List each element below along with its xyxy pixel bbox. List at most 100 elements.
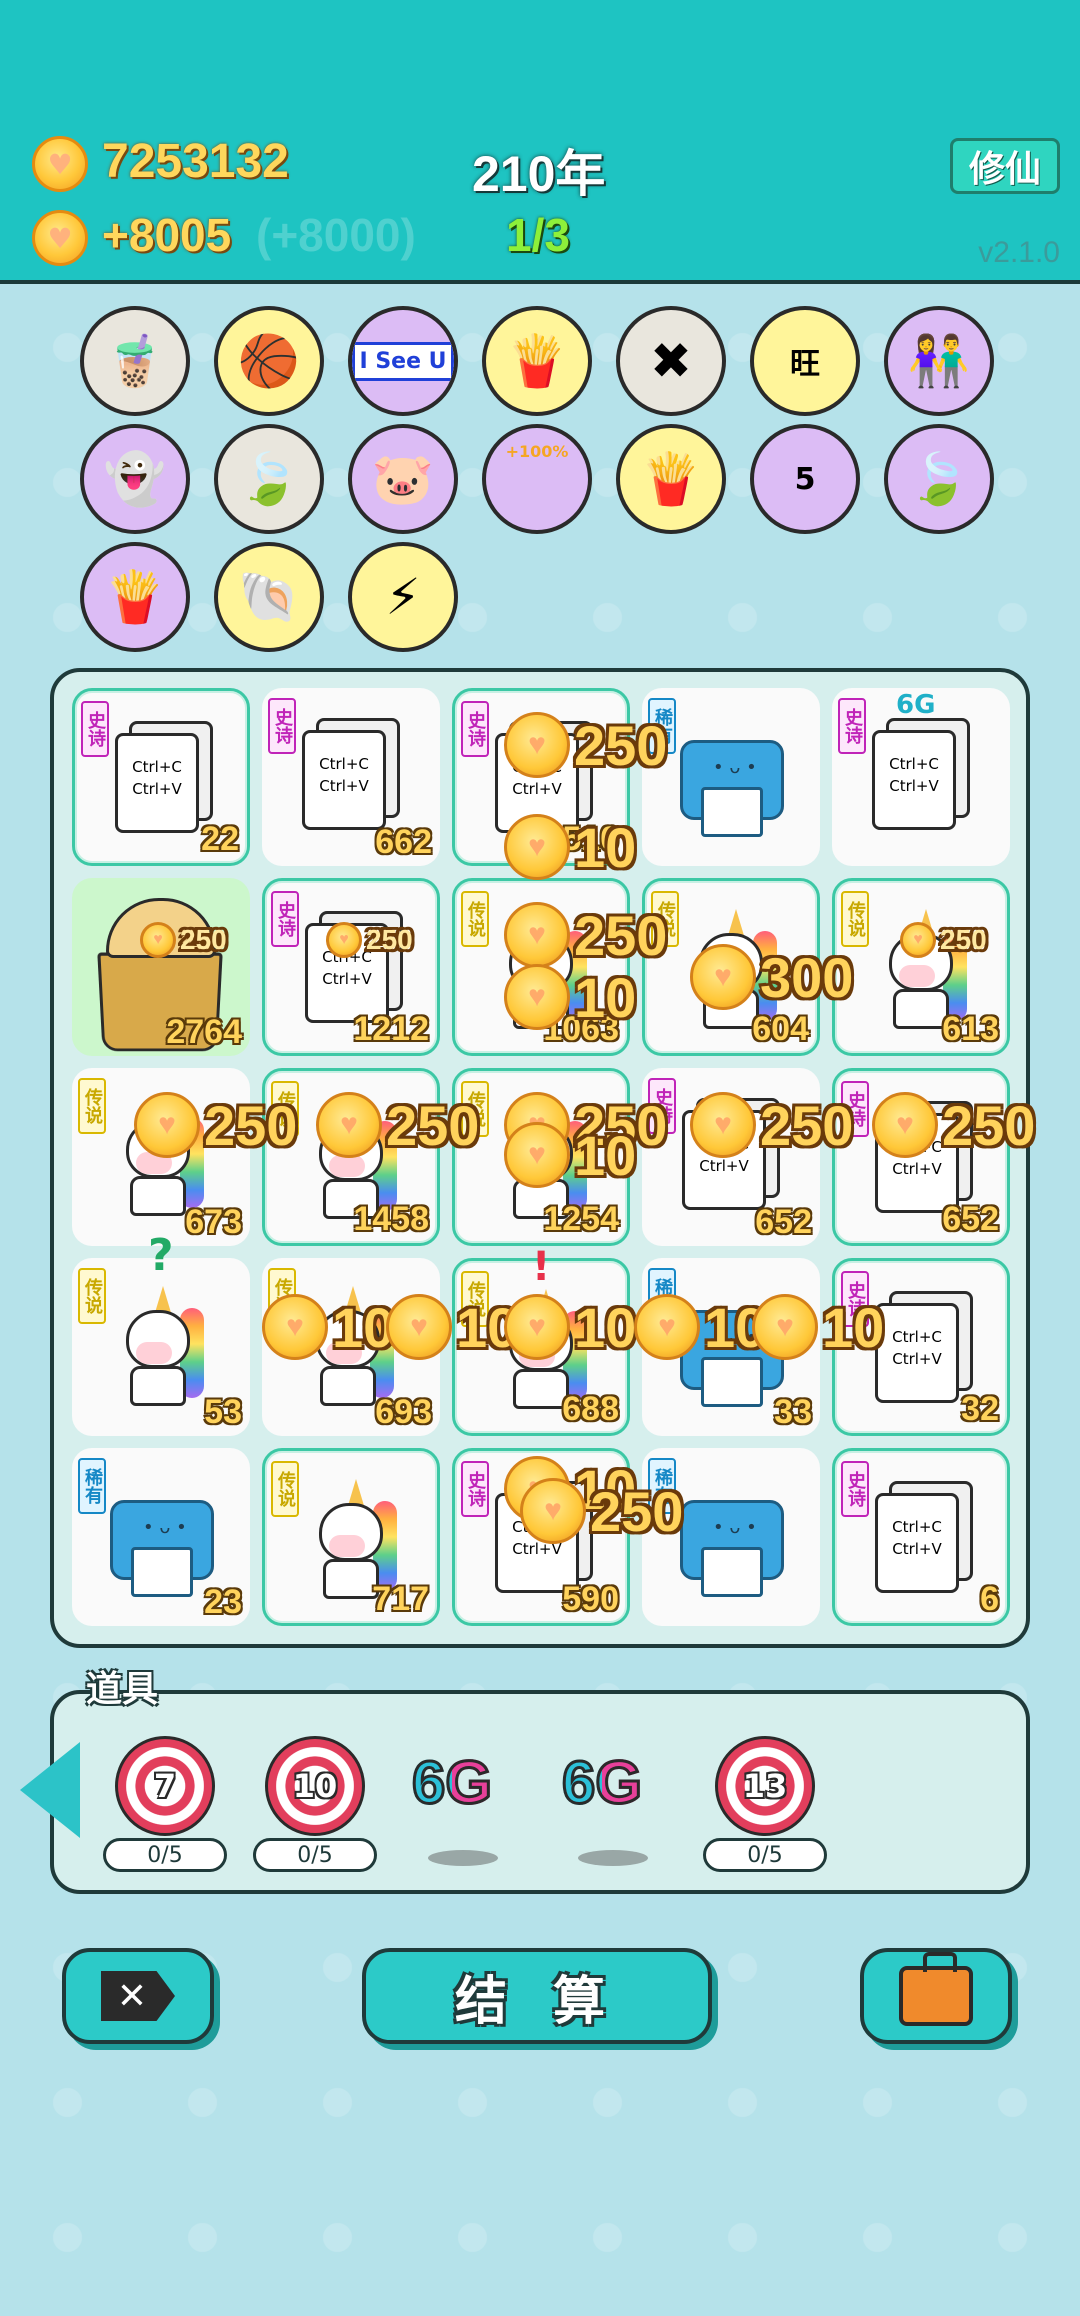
unicorn-icon (118, 1096, 206, 1216)
fries-icon[interactable]: 🍟 (80, 542, 190, 652)
bubble-tea-icon[interactable]: 🧋 (80, 306, 190, 416)
copy-paste-icon: Ctrl+C Ctrl+V (115, 721, 213, 837)
target-prop-icon[interactable]: 10 (265, 1736, 365, 1836)
i-see-u-icon[interactable]: I See U (348, 306, 458, 416)
briefcase-icon (899, 1952, 973, 2026)
board-cell-printer[interactable]: • ᴗ • 稀有 (642, 1448, 820, 1626)
drink-plus-icon[interactable]: +100% (482, 424, 592, 534)
wang-chars-icon[interactable]: 旺 (750, 306, 860, 416)
settle-button[interactable]: 结 算 (362, 1948, 712, 2044)
rarity-tag: 史诗 (271, 891, 299, 947)
board-cell-unicorn[interactable]: 传说 693 (262, 1258, 440, 1436)
board-cell-unicorn[interactable]: 传说 673 (72, 1068, 250, 1246)
copy-paste-icon: Ctrl+C Ctrl+V (875, 1481, 973, 1597)
printer-icon: • ᴗ • (680, 1500, 784, 1597)
board-cell-unicorn[interactable]: 传说 717 (262, 1448, 440, 1626)
prop-progress: 0/5 (703, 1838, 827, 1872)
board-cell-unicorn[interactable]: 传说 1254 (452, 1068, 630, 1246)
basketballs-icon[interactable]: 🏀 (214, 306, 324, 416)
board-cell-printer[interactable]: • ᴗ • 稀有 (642, 688, 820, 866)
cell-value: 33 (774, 1393, 812, 1431)
cell-value: 662 (375, 823, 432, 861)
cell-value: 693 (375, 1393, 432, 1431)
copy-paste-icon: Ctrl+C Ctrl+V (875, 1291, 973, 1407)
rarity-tag: 史诗 (841, 1461, 869, 1517)
cell-value: 1254 (543, 1200, 619, 1238)
target-prop-icon[interactable]: 13 (715, 1736, 815, 1836)
rarity-tag: 稀有 (78, 1458, 106, 1514)
props-scroll-left-icon[interactable] (20, 1742, 80, 1838)
rarity-tag: 传说 (78, 1078, 106, 1134)
delete-tag-icon[interactable]: ✖ (616, 306, 726, 416)
cell-value: 1458 (353, 1200, 429, 1238)
cell-value: 717 (372, 1580, 429, 1618)
fries-icon[interactable]: 🍟 (616, 424, 726, 534)
board-cell-doc[interactable]: Ctrl+C Ctrl+V 6G 史诗 (832, 688, 1010, 866)
cell-value: 6 (980, 1580, 999, 1618)
target-prop-icon[interactable]: 7 (115, 1736, 215, 1836)
bag-button[interactable] (860, 1948, 1012, 2044)
rarity-tag: 传说 (651, 891, 679, 947)
cell-value: 590 (562, 1580, 619, 1618)
rarity-tag: 史诗 (461, 1461, 489, 1517)
board-cell-doc[interactable]: Ctrl+C Ctrl+V 史诗 662 (262, 688, 440, 866)
cell-value: 53 (204, 1393, 242, 1431)
rarity-tag: 稀有 (648, 1268, 676, 1324)
delete-button[interactable]: ✕ (62, 1948, 214, 2044)
coin-icon: ♥ (32, 136, 88, 192)
cell-value: 32 (961, 1390, 999, 1428)
board-cell-doc[interactable]: Ctrl+C Ctrl+V 史诗 590 (452, 1448, 630, 1626)
prop-progress: 0/5 (253, 1838, 377, 1872)
rarity-tag: 史诗 (648, 1078, 676, 1134)
couple-icon[interactable]: 👫 (884, 306, 994, 416)
fries-icon[interactable]: 🍟 (482, 306, 592, 416)
printer-icon: • ᴗ • (680, 1310, 784, 1407)
board-cell-unicorn[interactable]: 传说 1063 (452, 878, 630, 1056)
board-cell-doc[interactable]: Ctrl+C Ctrl+V 史诗 32 (832, 1258, 1010, 1436)
lightning-icon[interactable]: ⚡ (348, 542, 458, 652)
printer-icon: • ᴗ • (680, 740, 784, 837)
calendar-icon[interactable]: 5 (750, 424, 860, 534)
board-cell-unicorn[interactable]: 传说 53 (72, 1258, 250, 1436)
cell-value: 652 (755, 1203, 812, 1241)
rarity-tag: 史诗 (268, 698, 296, 754)
board-cell-printer[interactable]: • ᴗ • 稀有 33 (642, 1258, 820, 1436)
board-cell-printer[interactable]: • ᴗ • 稀有 23 (72, 1448, 250, 1626)
cell-value: 1063 (543, 1010, 619, 1048)
year-counter: 210年 (472, 146, 606, 202)
copy-paste-icon: Ctrl+C Ctrl+V (682, 1098, 780, 1214)
board-cell-doc[interactable]: Ctrl+C Ctrl+V 史诗 6 (832, 1448, 1010, 1626)
sixg-prop-icon[interactable]: 6G (410, 1748, 493, 1818)
board-cell-unicorn[interactable]: 传说 604 (642, 878, 820, 1056)
board-cell-doc[interactable]: Ctrl+C Ctrl+V 史诗 652 (642, 1068, 820, 1246)
rarity-tag: 传说 (461, 1081, 489, 1137)
ghost-icon[interactable]: 👻 (80, 424, 190, 534)
cell-value: 604 (752, 1010, 809, 1048)
board-cell-unicorn[interactable]: 传说 613 (832, 878, 1010, 1056)
board-cell-unicorn[interactable]: 传说 1458 (262, 1068, 440, 1246)
question-marker: ? (148, 1230, 174, 1281)
board-cell-doc[interactable]: Ctrl+C Ctrl+V 史诗 652 (832, 1068, 1010, 1246)
board-cell-doc[interactable]: Ctrl+C Ctrl+V 史诗 1212 (262, 878, 440, 1056)
sixg-prop-icon[interactable]: 6G (560, 1748, 643, 1818)
rarity-tag: 传说 (461, 1271, 489, 1327)
props-title: 道具 (86, 1669, 159, 1710)
leaf-icon[interactable]: 🍃 (214, 424, 324, 534)
relic-label: +100% (505, 442, 569, 461)
prop-shadow (428, 1850, 498, 1866)
version-label: v2.1.0 (978, 236, 1060, 269)
rarity-tag: 史诗 (838, 698, 866, 754)
board-cell-doc[interactable]: Ctrl+C Ctrl+V 史诗 22 (72, 688, 250, 866)
coin-total: 7253132 (102, 135, 289, 188)
printer-icon: • ᴗ • (110, 1500, 214, 1597)
rarity-tag: 传说 (271, 1461, 299, 1517)
board-cell-cup[interactable]: 2764 (72, 878, 250, 1056)
game-board: Ctrl+C Ctrl+V 史诗 22 Ctrl+C Ctrl+V 史诗 662 Ctr… (50, 668, 1030, 1648)
cultivate-button[interactable]: 修仙 (950, 138, 1060, 194)
leaf-icon[interactable]: 🍃 (884, 424, 994, 534)
delete-icon: ✕ (101, 1971, 175, 2021)
shell-icon[interactable]: 🐚 (214, 542, 324, 652)
rarity-tag: 传说 (841, 891, 869, 947)
board-cell-doc[interactable]: Ctrl+C Ctrl+V 史诗 510 (452, 688, 630, 866)
piggy-bank-icon[interactable]: 🐷 (348, 424, 458, 534)
